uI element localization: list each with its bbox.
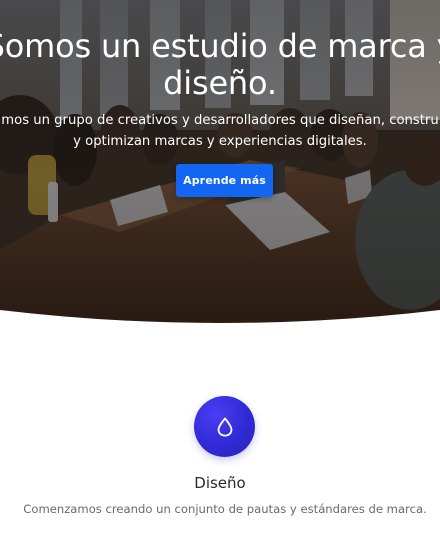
hero-bottom-curve <box>0 310 440 325</box>
hero-subtitle: mos un grupo de creativos y desarrollado… <box>0 110 440 152</box>
hero-subtitle-line-2: y optimizan marcas y experiencias digita… <box>73 134 367 149</box>
droplet-icon <box>194 396 255 457</box>
droplet-glyph <box>217 417 232 436</box>
feature-title: Diseño <box>194 474 246 492</box>
learn-more-button[interactable]: Aprende más <box>176 164 273 197</box>
hero-title: Somos un estudio de marca y diseño. <box>0 27 440 102</box>
page: Somos un estudio de marca y diseño. mos … <box>0 0 440 545</box>
feature-description: Comenzamos creando un conjunto de pautas… <box>23 502 427 516</box>
hero-subtitle-line-1: mos un grupo de creativos y desarrollado… <box>1 113 439 128</box>
hero-section: Somos un estudio de marca y diseño. mos … <box>0 0 440 325</box>
